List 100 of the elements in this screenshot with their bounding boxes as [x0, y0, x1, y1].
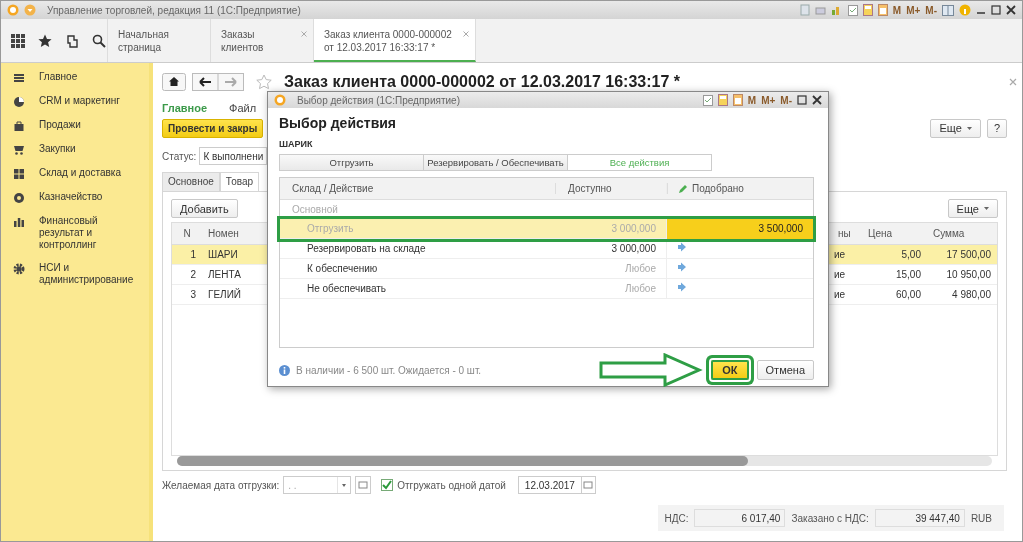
- back-button[interactable]: [192, 73, 218, 91]
- bag-icon: [13, 120, 25, 132]
- sidebar-item[interactable]: CRM и маркетинг: [39, 95, 120, 107]
- column-header[interactable]: Склад / Действие: [280, 183, 555, 194]
- settings-icon: [13, 263, 25, 275]
- table-cell-text: 2: [189, 269, 197, 280]
- home-button[interactable]: [162, 73, 186, 91]
- table-cell-text: ие: [833, 289, 847, 300]
- column-header[interactable]: Номен: [202, 228, 257, 239]
- total-field: 39 447,40: [874, 509, 965, 527]
- close-icon[interactable]: [1006, 5, 1016, 15]
- calendar-button[interactable]: [355, 476, 372, 494]
- dropdown-button[interactable]: [337, 476, 352, 494]
- dialog-title: Выбор действия (1С:Предприятие): [297, 94, 460, 106]
- table-cell-text: ЛЕНТА: [207, 269, 242, 280]
- column-header[interactable]: Сумма: [927, 228, 997, 239]
- column-header[interactable]: N: [172, 228, 202, 239]
- star-icon[interactable]: [38, 33, 52, 48]
- page-tab[interactable]: Начальная страница: [108, 19, 211, 62]
- checkmark-icon: [382, 480, 393, 490]
- memory-button[interactable]: M-: [780, 94, 792, 106]
- availability-note: В наличии - 6 500 шт. Ожидается - 0 шт.: [296, 364, 482, 376]
- column-header[interactable]: Цена: [862, 228, 927, 239]
- table-cell: Любое: [555, 279, 667, 299]
- more-button[interactable]: Еще: [947, 199, 998, 218]
- app-logo-icon: [7, 4, 19, 16]
- calculator-icon[interactable]: [862, 4, 873, 16]
- table-cell-text: К обеспечению: [306, 262, 379, 276]
- checklist-icon[interactable]: [702, 94, 713, 106]
- calendar-icon[interactable]: [877, 4, 888, 16]
- add-button[interactable]: Добавить: [171, 199, 238, 218]
- search-icon[interactable]: [92, 33, 106, 48]
- status-field[interactable]: К выполнени: [199, 147, 268, 165]
- table-cell-text: ие: [833, 249, 847, 260]
- sidebar-item[interactable]: Закупки: [39, 143, 76, 155]
- bar-chart-icon: [13, 216, 25, 228]
- sidebar-item[interactable]: Финансовый результат и контроллинг: [39, 215, 141, 251]
- table-cell-text: 15,00: [894, 269, 922, 280]
- form-tab[interactable]: Основное: [162, 172, 220, 191]
- column-header[interactable]: Подобрано: [667, 183, 813, 194]
- history-icon[interactable]: [65, 33, 79, 48]
- section-link[interactable]: Главное: [162, 102, 208, 114]
- currency-label: RUB: [970, 512, 992, 524]
- menu-icon: [13, 72, 25, 84]
- filter-tab[interactable]: Отгрузить: [279, 154, 424, 171]
- calendar-icon[interactable]: [580, 476, 595, 494]
- filter-tab[interactable]: Резервировать / Обеспечивать: [423, 154, 568, 171]
- sidebar-item[interactable]: Склад и доставка: [39, 167, 121, 179]
- table-row[interactable]: К обеспечению Любое: [280, 259, 813, 279]
- total-label: Заказано с НДС:: [791, 512, 869, 524]
- sidebar-item[interactable]: НСИ и администрирование: [39, 262, 141, 286]
- column-header[interactable]: ны: [832, 228, 862, 239]
- item-name: ШАРИК: [279, 139, 314, 149]
- sidebar-item[interactable]: Главное: [39, 71, 78, 83]
- maximize-icon[interactable]: [797, 95, 807, 105]
- memory-button[interactable]: M+: [906, 4, 921, 16]
- star-icon[interactable]: [256, 74, 272, 90]
- memory-button[interactable]: M: [892, 4, 902, 16]
- table-cell: 3 000,000: [555, 239, 667, 259]
- maximize-icon[interactable]: [991, 5, 1001, 15]
- calendar-icon[interactable]: [732, 94, 743, 106]
- more-button[interactable]: Еще: [930, 118, 981, 138]
- memory-button[interactable]: M-: [925, 4, 937, 16]
- help-button[interactable]: ?: [986, 118, 1007, 138]
- table-cell-text: 17 500,00: [945, 249, 992, 260]
- table-cell-text: Не обеспечивать: [306, 282, 388, 296]
- print-icon[interactable]: [814, 4, 826, 16]
- window-title: Управление торговлей, редакция 11 (1С:Предприятие): [47, 4, 301, 16]
- memory-button[interactable]: M: [747, 94, 757, 106]
- close-icon[interactable]: [812, 95, 822, 105]
- form-tab[interactable]: Товар: [219, 172, 260, 191]
- panel-icon[interactable]: [942, 4, 954, 16]
- memory-button[interactable]: M+: [761, 94, 776, 106]
- group-label: Основной: [291, 203, 339, 217]
- status-label: Статус:: [162, 150, 197, 162]
- table-cell-text: ГЕЛИЙ: [207, 289, 243, 300]
- page-tab[interactable]: Заказ клиента 0000-000002 от 12.03.2017 16:33:17 *: [314, 19, 476, 62]
- table-row[interactable]: Резервировать на складе 3 000,000: [280, 239, 813, 259]
- cancel-button[interactable]: Отмена: [756, 360, 814, 380]
- checklist-icon[interactable]: [847, 4, 858, 16]
- checkbox-label: Отгружать одной датой: [397, 479, 506, 491]
- app-logo-icon: [274, 94, 286, 106]
- calculator-icon[interactable]: [717, 94, 728, 106]
- caret-icon: [984, 207, 989, 210]
- column-header[interactable]: Доступно: [555, 183, 667, 194]
- apps-grid-icon[interactable]: [11, 33, 25, 48]
- checkbox[interactable]: [381, 479, 394, 491]
- dropdown-icon[interactable]: [24, 4, 36, 16]
- total-field: 6 017,40: [694, 509, 786, 527]
- pie-chart-icon: [13, 96, 25, 108]
- section-link[interactable]: Файл: [229, 102, 257, 114]
- horizontal-scrollbar[interactable]: [177, 456, 992, 466]
- sidebar-item[interactable]: Продажи: [39, 119, 81, 131]
- document-icon[interactable]: [799, 4, 810, 16]
- date-field[interactable]: 12.03.2017: [517, 476, 596, 494]
- table-row[interactable]: Не обеспечивать Любое: [280, 279, 813, 299]
- table-cell-text: ие: [833, 269, 847, 280]
- post-and-close-button[interactable]: Провести и закры: [162, 118, 264, 138]
- info-icon[interactable]: [959, 4, 971, 16]
- sidebar-item[interactable]: Казначейство: [39, 191, 103, 203]
